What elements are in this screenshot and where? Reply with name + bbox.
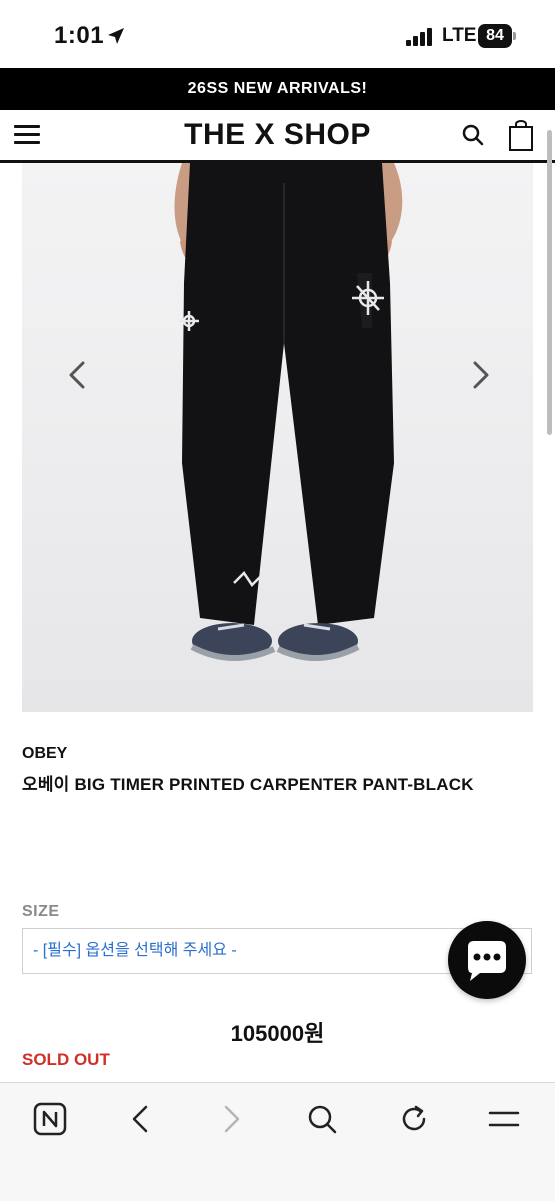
cellular-signal-icon <box>406 28 432 46</box>
pants-photo-illustration <box>174 163 403 661</box>
network-type: LTE <box>442 25 477 46</box>
announcement-bar[interactable]: 26SS NEW ARRIVALS! <box>0 68 555 110</box>
battery-tip <box>513 32 516 40</box>
size-label: SIZE <box>22 903 60 920</box>
back-icon[interactable] <box>122 1101 158 1137</box>
search-icon[interactable] <box>462 124 484 146</box>
chat-bubble-icon <box>468 941 506 981</box>
product-price: 105000원 <box>230 1021 325 1046</box>
shopping-bag-icon[interactable] <box>508 120 534 152</box>
browser-toolbar <box>0 1082 555 1201</box>
hamburger-menu-icon[interactable] <box>14 125 40 145</box>
site-header: THE X SHOP <box>0 110 555 163</box>
naver-icon[interactable] <box>32 1101 68 1137</box>
forward-icon[interactable] <box>214 1101 250 1137</box>
battery-level: 84 <box>478 24 512 48</box>
search-icon[interactable] <box>304 1101 340 1137</box>
product-title: 오베이 BIG TIMER PRINTED CARPENTER PANT-BLA… <box>22 775 474 794</box>
status-bar: 1:01 LTE 84 <box>0 0 555 68</box>
chevron-right-icon[interactable] <box>460 355 500 395</box>
sold-out-badge: SOLD OUT <box>22 1050 110 1069</box>
product-brand[interactable]: OBEY <box>22 745 67 763</box>
page-scrollbar[interactable] <box>547 130 552 435</box>
size-select-placeholder: - [필수] 옵션을 선택해 주세요 - <box>33 942 237 959</box>
menu-icon[interactable] <box>486 1101 522 1137</box>
location-arrow-icon <box>108 28 124 44</box>
status-time: 1:01 <box>54 22 105 49</box>
chevron-left-icon[interactable] <box>58 355 98 395</box>
product-image[interactable] <box>22 163 533 712</box>
announcement-text: 26SS NEW ARRIVALS! <box>187 80 368 97</box>
refresh-icon[interactable] <box>396 1101 432 1137</box>
chat-button[interactable] <box>448 921 526 999</box>
